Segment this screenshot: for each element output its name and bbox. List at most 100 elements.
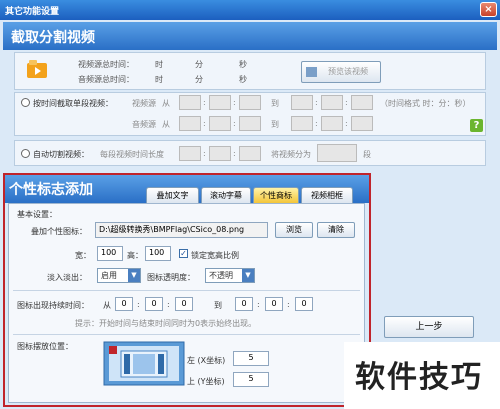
divider	[13, 334, 360, 335]
previous-step-button[interactable]: 上一步	[384, 316, 474, 338]
position-label: 图标摆放位置：	[17, 342, 73, 351]
auto-split-label: 自动切割视频：	[33, 150, 89, 159]
height-input[interactable]: 100	[145, 246, 171, 261]
film-icon	[306, 67, 317, 77]
appear-to-second[interactable]: 0	[295, 297, 313, 311]
chevron-down-icon: ▼	[128, 269, 140, 282]
audio-to-second[interactable]	[351, 116, 373, 131]
colon: :	[203, 98, 206, 107]
video-minutes-unit: 分	[195, 60, 203, 69]
position-preview-icon[interactable]	[103, 341, 185, 386]
colon: :	[315, 98, 318, 107]
split-into-label: 将视频分为	[271, 150, 311, 159]
audio-from-minute[interactable]	[209, 116, 231, 131]
audio-hours-unit: 时	[155, 75, 163, 84]
chevron-down-icon: ▼	[242, 269, 254, 282]
clear-button[interactable]: 清除	[317, 222, 355, 238]
time-capture-panel: 按时间截取单段视频： 视频源 从 : : 到 : : （时间格式 时：分：秒） …	[14, 92, 486, 136]
width-label: 宽：	[75, 251, 91, 260]
video-seconds-unit: 秒	[239, 60, 247, 69]
basic-settings-label: 基本设置：	[17, 210, 57, 219]
audio-from-label: 从	[162, 120, 170, 129]
fade-select[interactable]: 启用 ▼	[97, 268, 141, 283]
video-from-hour[interactable]	[179, 95, 201, 110]
top-y-label: 上 (Y坐标)	[187, 377, 225, 386]
source-info-panel: 视频源总时间： 音频源总时间： 时 分 秒 时 分 秒 预览该视频	[14, 52, 486, 90]
audio-to-label: 到	[271, 120, 279, 129]
left-x-input[interactable]: 5	[233, 351, 269, 366]
time-capture-radio[interactable]	[21, 98, 30, 107]
colon: :	[167, 300, 170, 309]
audio-seconds-unit: 秒	[239, 75, 247, 84]
time-format-hint: （时间格式 时：分：秒）	[380, 99, 471, 108]
video-from-minute[interactable]	[209, 95, 231, 110]
appear-from-hour[interactable]: 0	[115, 297, 133, 311]
video-source-label: 视频源	[132, 99, 156, 108]
opacity-label: 图标透明度：	[147, 273, 195, 282]
left-x-label: 左 (X坐标)	[187, 356, 226, 365]
audio-from-hour[interactable]	[179, 116, 201, 131]
divider	[13, 290, 360, 291]
height-label: 高：	[127, 251, 143, 260]
tab-scrolling-subtitle[interactable]: 滚动字幕	[201, 187, 251, 203]
segment-length-label: 每段视频时间长度	[100, 150, 164, 159]
help-icon[interactable]: ?	[470, 119, 483, 132]
width-input[interactable]: 100	[97, 246, 123, 261]
browse-button[interactable]: 浏览	[275, 222, 313, 238]
fade-value: 启用	[101, 271, 117, 280]
appear-to-hour[interactable]: 0	[235, 297, 253, 311]
auto-split-radio[interactable]	[21, 149, 30, 158]
preview-button-label: 预览该视频	[328, 67, 368, 76]
tab-video-frame[interactable]: 视频相框	[301, 187, 353, 203]
audio-from-second[interactable]	[239, 116, 261, 131]
lock-ratio-checkbox[interactable]: ✓	[179, 249, 188, 258]
colon: :	[137, 300, 140, 309]
auto-split-panel: 自动切割视频： 每段视频时间长度 : : 将视频分为 段	[14, 140, 486, 166]
segment-count-input[interactable]	[317, 144, 357, 162]
appear-from-minute[interactable]: 0	[145, 297, 163, 311]
segments-unit: 段	[363, 150, 371, 159]
tab-custom-logo[interactable]: 个性商标	[253, 187, 299, 203]
video-from-second[interactable]	[239, 95, 261, 110]
overlay-icon-label: 叠加个性图标：	[31, 227, 87, 236]
audio-minutes-unit: 分	[195, 75, 203, 84]
audio-to-minute[interactable]	[321, 116, 343, 131]
close-button[interactable]: ×	[480, 2, 497, 17]
opacity-select[interactable]: 不透明 ▼	[205, 268, 255, 283]
opacity-value: 不透明	[209, 271, 233, 280]
colon: :	[287, 300, 290, 309]
time-hint: 提示：开始时间与结束时间同时为0表示始终出现。	[75, 319, 257, 328]
audio-source-label: 音频源	[132, 120, 156, 129]
audio-total-label: 音频源总时间：	[78, 75, 134, 84]
video-to-second[interactable]	[351, 95, 373, 110]
video-to-minute[interactable]	[321, 95, 343, 110]
appear-to-minute[interactable]: 0	[265, 297, 283, 311]
video-total-label: 视频源总时间：	[78, 60, 134, 69]
appear-from-second[interactable]: 0	[175, 297, 193, 311]
time-capture-label: 按时间截取单段视频：	[33, 99, 113, 108]
tab-overlay-text[interactable]: 叠加文字	[146, 187, 199, 203]
lock-ratio-label: 锁定宽高比例	[191, 251, 239, 260]
segment-hour[interactable]	[179, 146, 201, 161]
overlay-path-field[interactable]: D:\超级转换秀\BMPFlag\CSico_08.png	[95, 222, 268, 238]
video-file-icon	[25, 58, 49, 82]
logo-section-title: 个性标志添加	[9, 182, 93, 198]
logo-settings-panel: 基本设置： 叠加个性图标： D:\超级转换秀\BMPFlag\CSico_08.…	[8, 203, 365, 403]
colon: :	[315, 119, 318, 128]
colon: :	[203, 149, 206, 158]
segment-second[interactable]	[239, 146, 261, 161]
capture-section-header: 截取分割视频	[3, 22, 497, 50]
colon: :	[233, 149, 236, 158]
title-bar: 其它功能设置 ×	[0, 0, 500, 20]
audio-to-hour[interactable]	[291, 116, 313, 131]
fade-label: 淡入淡出：	[47, 273, 87, 282]
colon: :	[203, 119, 206, 128]
top-y-input[interactable]: 5	[233, 372, 269, 387]
watermark-text: 软件技巧	[355, 360, 483, 395]
segment-minute[interactable]	[209, 146, 231, 161]
colon: :	[233, 119, 236, 128]
appear-from-label: 从	[103, 301, 111, 310]
colon: :	[345, 98, 348, 107]
preview-video-button[interactable]: 预览该视频	[301, 61, 381, 83]
video-to-hour[interactable]	[291, 95, 313, 110]
